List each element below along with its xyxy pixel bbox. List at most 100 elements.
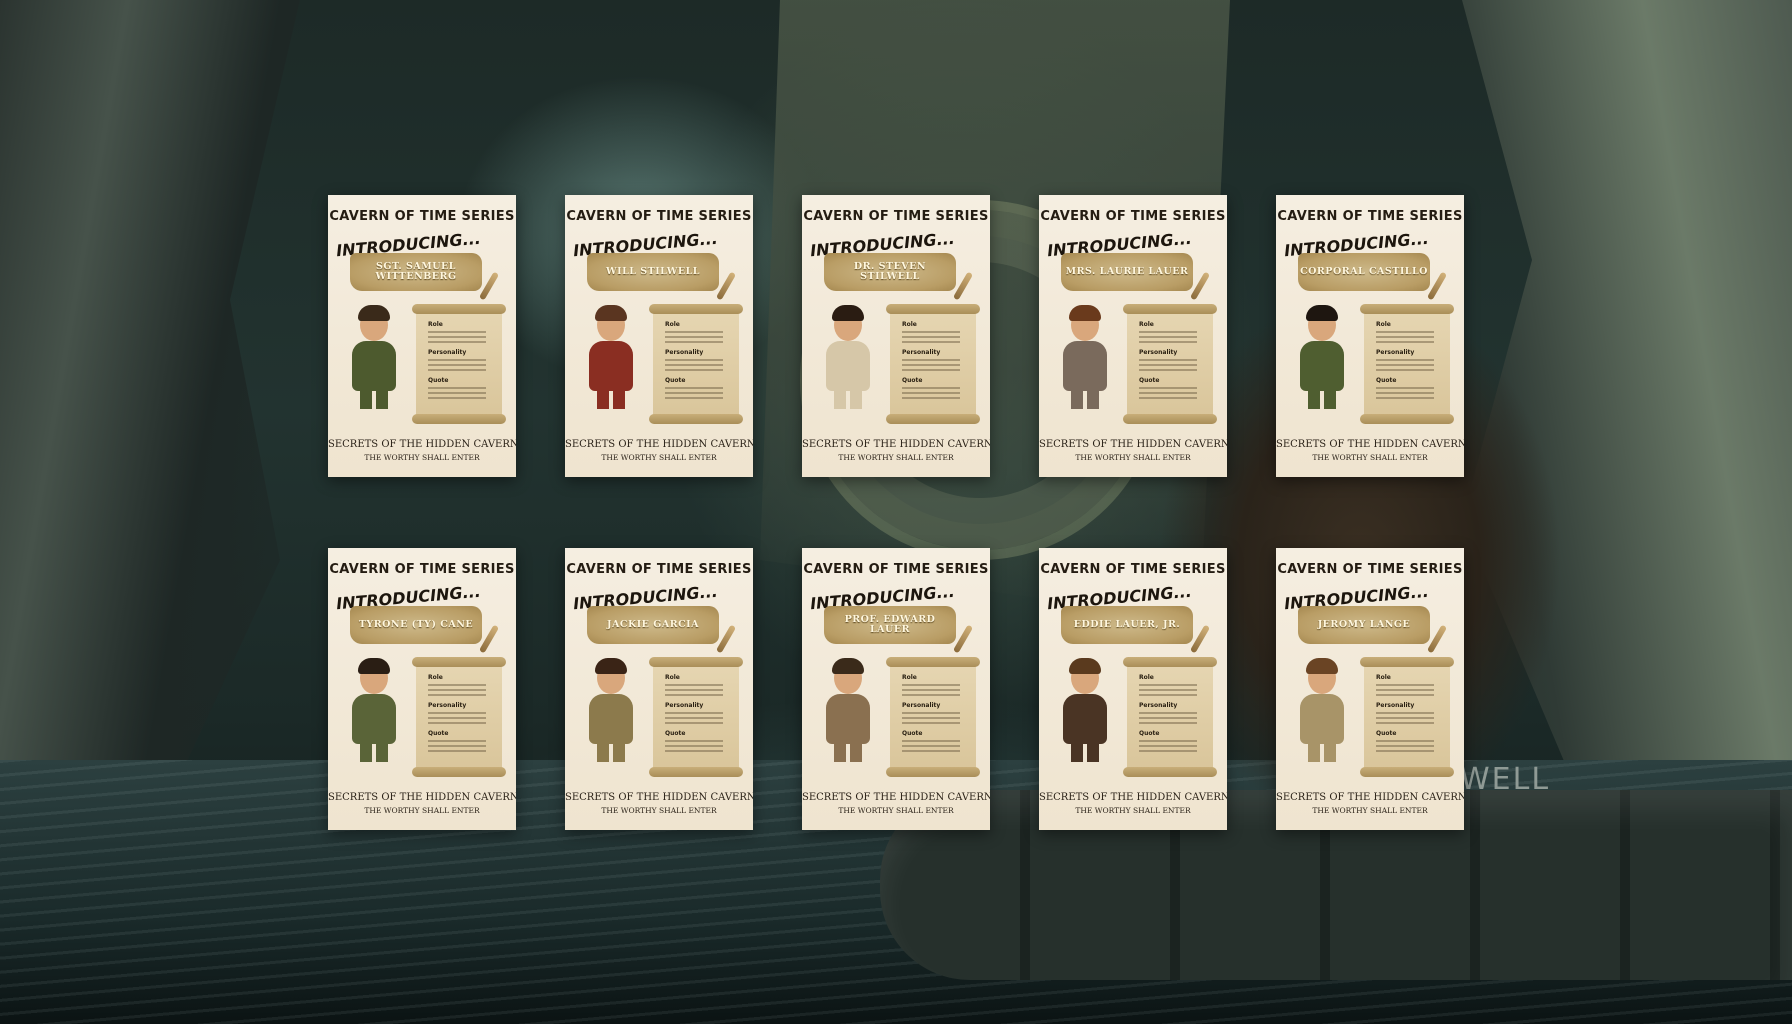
text-line — [665, 684, 723, 686]
character-card[interactable]: CAVERN OF TIME SERIES INTRODUCING... JER… — [1276, 548, 1464, 830]
character-portrait — [575, 301, 647, 409]
character-name: JACKIE GARCIA — [607, 618, 699, 630]
text-line — [1139, 750, 1197, 752]
text-line — [428, 712, 486, 714]
text-line — [1139, 740, 1197, 742]
character-card[interactable]: CAVERN OF TIME SERIES INTRODUCING... SGT… — [328, 195, 516, 477]
text-line — [902, 684, 960, 686]
footer-title: SECRETS OF THE HIDDEN CAVERN — [1276, 792, 1464, 803]
character-name: DR. STEVEN STILWELL — [853, 260, 927, 282]
text-line — [1139, 684, 1197, 686]
character-card[interactable]: CAVERN OF TIME SERIES INTRODUCING... EDD… — [1039, 548, 1227, 830]
footer-title: SECRETS OF THE HIDDEN CAVERN — [1276, 439, 1464, 450]
portrait-body — [826, 341, 870, 391]
portrait-hair — [1069, 658, 1101, 674]
personality-label: Personality — [428, 702, 467, 709]
name-banner: CORPORAL CASTILLO — [1298, 253, 1430, 291]
quote-label: Quote — [1376, 377, 1397, 384]
text-line — [665, 712, 723, 714]
character-portrait — [1286, 654, 1358, 762]
text-line — [1139, 336, 1197, 338]
text-line — [1139, 717, 1197, 719]
text-line — [1376, 689, 1434, 691]
name-banner: JEROMY LANGE — [1298, 606, 1430, 644]
character-name: PROF. EDWARD LAUER — [844, 613, 936, 635]
role-label: Role — [1376, 674, 1391, 681]
series-title: CAVERN OF TIME SERIES — [1040, 562, 1226, 577]
text-line — [428, 684, 486, 686]
portrait-legs — [834, 387, 862, 409]
text-line — [665, 341, 723, 343]
text-line — [428, 369, 486, 371]
portrait-hair — [595, 305, 627, 321]
info-scroll: Role Personality Quote — [886, 304, 980, 424]
portrait-hair — [1306, 658, 1338, 674]
role-label: Role — [1376, 321, 1391, 328]
role-label: Role — [902, 674, 917, 681]
footer-tagline: THE WORTHY SHALL ENTER — [601, 806, 717, 815]
text-line — [665, 331, 723, 333]
portrait-body — [589, 341, 633, 391]
character-card[interactable]: CAVERN OF TIME SERIES INTRODUCING... COR… — [1276, 195, 1464, 477]
text-line — [902, 359, 960, 361]
text-line — [1139, 694, 1197, 696]
info-scroll: Role Personality Quote — [649, 304, 743, 424]
series-title: CAVERN OF TIME SERIES — [1277, 562, 1463, 577]
name-banner: JACKIE GARCIA — [587, 606, 719, 644]
text-line — [1376, 717, 1434, 719]
name-banner: EDDIE LAUER, JR. — [1061, 606, 1193, 644]
text-line — [1139, 364, 1197, 366]
quote-label: Quote — [428, 730, 449, 737]
footer-title: SECRETS OF THE HIDDEN CAVERN — [802, 439, 990, 450]
character-name: TYRONE (TY) CANE — [358, 618, 474, 630]
name-banner: MRS. LAURIE LAUER — [1061, 253, 1193, 291]
footer-title: SECRETS OF THE HIDDEN CAVERN — [1039, 439, 1227, 450]
text-line — [428, 717, 486, 719]
quote-label: Quote — [902, 730, 923, 737]
portrait-body — [1300, 694, 1344, 744]
portrait-legs — [597, 740, 625, 762]
portrait-body — [589, 694, 633, 744]
portrait-hair — [358, 305, 390, 321]
character-portrait — [1049, 301, 1121, 409]
character-card[interactable]: CAVERN OF TIME SERIES INTRODUCING... TYR… — [328, 548, 516, 830]
text-line — [902, 364, 960, 366]
role-label: Role — [665, 321, 680, 328]
text-line — [902, 331, 960, 333]
text-line — [428, 392, 486, 394]
text-line — [902, 712, 960, 714]
portrait-hair — [832, 305, 864, 321]
text-line — [902, 745, 960, 747]
character-card[interactable]: CAVERN OF TIME SERIES INTRODUCING... MRS… — [1039, 195, 1227, 477]
portrait-hair — [358, 658, 390, 674]
text-line — [428, 694, 486, 696]
text-line — [1376, 740, 1434, 742]
text-line — [1139, 369, 1197, 371]
text-line — [428, 397, 486, 399]
text-line — [1139, 745, 1197, 747]
footer-tagline: THE WORTHY SHALL ENTER — [838, 453, 954, 462]
info-scroll: Role Personality Quote — [1360, 304, 1454, 424]
portrait-legs — [834, 740, 862, 762]
text-line — [1139, 341, 1197, 343]
text-line — [665, 387, 723, 389]
character-card[interactable]: CAVERN OF TIME SERIES INTRODUCING... DR.… — [802, 195, 990, 477]
portrait-body — [1300, 341, 1344, 391]
portrait-hair — [1306, 305, 1338, 321]
series-title: CAVERN OF TIME SERIES — [803, 562, 989, 577]
text-line — [1376, 694, 1434, 696]
quote-label: Quote — [1139, 730, 1160, 737]
personality-label: Personality — [665, 349, 704, 356]
text-line — [1376, 722, 1434, 724]
portrait-hair — [1069, 305, 1101, 321]
text-line — [1376, 397, 1434, 399]
text-line — [1376, 331, 1434, 333]
info-scroll: Role Personality Quote — [412, 657, 506, 777]
footer-tagline: THE WORTHY SHALL ENTER — [1312, 453, 1428, 462]
character-card[interactable]: CAVERN OF TIME SERIES INTRODUCING... JAC… — [565, 548, 753, 830]
footer-title: SECRETS OF THE HIDDEN CAVERN — [328, 792, 516, 803]
character-card[interactable]: CAVERN OF TIME SERIES INTRODUCING... WIL… — [565, 195, 753, 477]
character-portrait — [575, 654, 647, 762]
character-card[interactable]: CAVERN OF TIME SERIES INTRODUCING... PRO… — [802, 548, 990, 830]
text-line — [902, 750, 960, 752]
